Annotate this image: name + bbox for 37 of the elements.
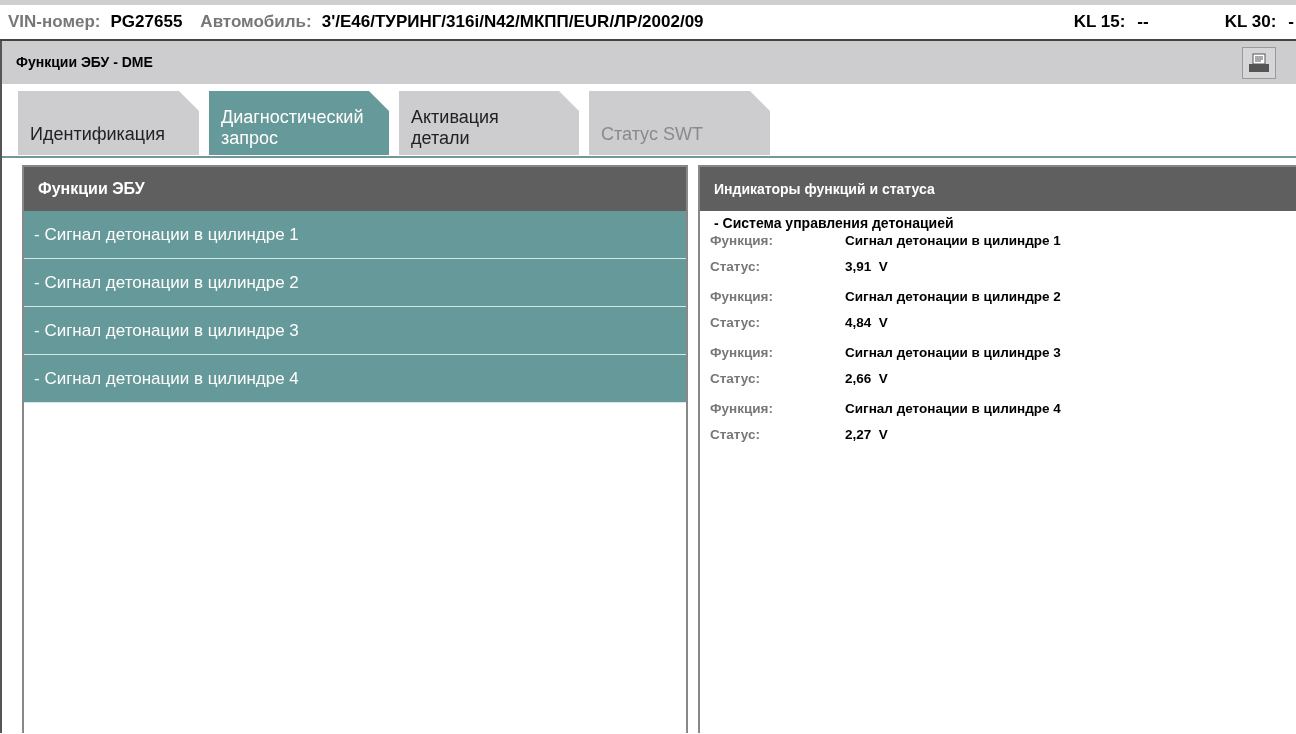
- field-label: Статус:: [710, 370, 761, 388]
- field-value: 3,91 V: [845, 258, 889, 276]
- car-value: 3'/E46/ТУРИНГ/316i/N42/МКПП/EUR/ЛР/2002/09: [321, 11, 704, 34]
- field-value: Сигнал детонации в цилиндре 2: [845, 288, 1062, 306]
- field-value: 2,66 V: [845, 370, 889, 388]
- print-button[interactable]: [1242, 46, 1276, 79]
- field-value: 2,27 V: [845, 426, 889, 444]
- kl30-label: KL 30:: [1224, 11, 1277, 34]
- function-item[interactable]: - Сигнал детонации в цилиндре 2: [24, 259, 686, 307]
- tab[interactable]: Идентификация: [18, 91, 199, 155]
- function-item[interactable]: - Сигнал детонации в цилиндре 1: [24, 211, 686, 259]
- kl30-value: -: [1288, 11, 1294, 34]
- field-label: Функция:: [710, 288, 774, 306]
- field-label: Статус:: [710, 258, 761, 276]
- field-label: Статус:: [710, 314, 761, 332]
- field-value: Сигнал детонации в цилиндре 4: [845, 400, 1062, 418]
- vin-label: VIN-номер:: [8, 11, 101, 34]
- car-label: Автомобиль:: [200, 11, 312, 34]
- group-title: - Система управления детонацией: [714, 215, 955, 231]
- panel-header: Индикаторы функций и статуса: [700, 167, 1296, 211]
- panel-header: Функции ЭБУ: [24, 167, 686, 211]
- field-value: Сигнал детонации в цилиндре 1: [845, 232, 1062, 250]
- kl15-label: KL 15:: [1073, 11, 1126, 34]
- field-label: Статус:: [710, 426, 761, 444]
- function-item[interactable]: - Сигнал детонации в цилиндре 4: [24, 355, 686, 403]
- field-value: Сигнал детонации в цилиндре 3: [845, 344, 1062, 362]
- field-label: Функция:: [710, 232, 774, 250]
- vin-value: PG27655: [110, 11, 183, 34]
- field-label: Функция:: [710, 344, 774, 362]
- window-title: Функции ЭБУ - DME: [16, 53, 153, 72]
- field-value: 4,84 V: [845, 314, 889, 332]
- kl15-value: --: [1137, 11, 1149, 34]
- function-item[interactable]: - Сигнал детонации в цилиндре 3: [24, 307, 686, 355]
- tab[interactable]: Активация детали: [399, 91, 579, 155]
- tab[interactable]: Диагностический запрос: [209, 91, 389, 155]
- field-label: Функция:: [710, 400, 774, 418]
- printer-icon: [1248, 52, 1270, 73]
